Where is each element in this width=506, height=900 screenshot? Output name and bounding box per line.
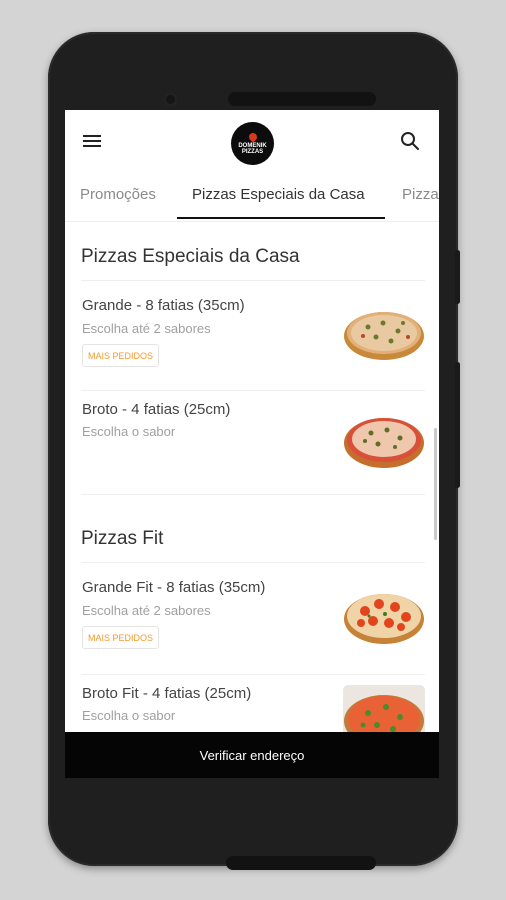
hamburger-menu-icon[interactable]: [83, 135, 101, 148]
category-tabs: Promoções Pizzas Especiais da Casa Pizza: [65, 172, 439, 222]
active-tab-indicator: [177, 217, 385, 219]
item-title: Grande - 8 fatias (35cm): [82, 297, 245, 314]
section-title: Pizzas Fit: [81, 528, 164, 549]
front-camera: [163, 92, 178, 107]
item-subtitle: Escolha o sabor: [82, 708, 176, 723]
list-item[interactable]: Grande Fit - 8 fatias (35cm) Escolha até…: [81, 562, 425, 674]
section-divider: [81, 494, 425, 495]
item-title: Broto Fit - 4 fatias (25cm): [82, 685, 252, 702]
item-subtitle: Escolha até 2 sabores: [82, 321, 211, 336]
item-subtitle: Escolha até 2 sabores: [82, 603, 211, 618]
verify-address-button[interactable]: Verificar endereço: [65, 732, 439, 778]
list-item[interactable]: Grande - 8 fatias (35cm) Escolha até 2 s…: [81, 280, 425, 390]
item-title: Grande Fit - 8 fatias (35cm): [82, 579, 266, 596]
power-button: [455, 250, 460, 304]
search-icon[interactable]: [400, 131, 420, 151]
bottom-speaker: [226, 856, 376, 870]
brand-logo: DOMENIK PIZZAS: [231, 122, 274, 165]
pizza-image: [344, 594, 424, 644]
mais-pedidos-badge: MAIS PEDIDOS: [82, 344, 160, 367]
pizza-image: [344, 418, 424, 468]
tab-pizza[interactable]: Pizza: [402, 186, 439, 203]
section-title: Pizzas Especiais da Casa: [81, 246, 300, 267]
menu-list: Pizzas Especiais da Casa Grande - 8 fati…: [65, 222, 439, 778]
top-app-bar: DOMENIK PIZZAS: [65, 110, 439, 172]
logo-text-bottom: PIZZAS: [241, 148, 264, 155]
scrollbar[interactable]: [434, 428, 437, 540]
flame-icon: [246, 130, 259, 143]
mais-pedidos-badge: MAIS PEDIDOS: [82, 626, 160, 649]
tab-pizzas-especiais[interactable]: Pizzas Especiais da Casa: [192, 186, 365, 203]
volume-button: [455, 362, 460, 488]
list-item[interactable]: Broto - 4 fatias (25cm) Escolha o sabor: [81, 390, 425, 494]
item-title: Broto - 4 fatias (25cm): [82, 401, 231, 418]
tab-promocoes[interactable]: Promoções: [80, 186, 156, 203]
item-subtitle: Escolha o sabor: [82, 424, 176, 439]
earpiece-speaker: [228, 92, 376, 106]
pizza-image: [344, 312, 424, 360]
app-screen: DOMENIK PIZZAS Promoções Pizzas Especiai…: [65, 110, 439, 778]
